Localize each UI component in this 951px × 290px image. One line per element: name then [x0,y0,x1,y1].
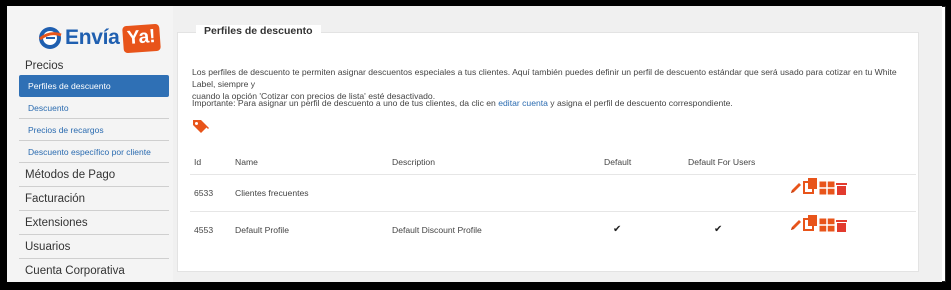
row-name: Clientes frecuentes [235,188,309,198]
sidebar-item-cuenta-corporativa[interactable]: Cuenta Corporativa [19,259,169,282]
pencil-icon[interactable] [790,218,802,232]
row-id: 6533 [194,188,214,198]
grid-icon[interactable] [819,181,835,195]
header-id: Id [194,157,202,167]
logo-icon [39,27,62,49]
sidebar-item-descuento-especifico[interactable]: Descuento específico por cliente [19,141,169,163]
trash-icon[interactable] [836,182,847,195]
row-divider [190,211,916,212]
row-id: 4553 [194,225,214,235]
header-default-for-users: Default For Users [688,157,756,167]
row-actions [790,214,847,232]
pencil-icon[interactable] [790,181,802,195]
sidebar-item-usuarios[interactable]: Usuarios [19,235,169,259]
sidebar-item-descuento[interactable]: Descuento [19,97,169,119]
row-name: Default Profile [235,225,289,235]
header-default: Default [604,157,632,167]
logo-badge: Ya! [121,23,160,53]
copy-icon[interactable] [803,214,818,232]
header-divider [190,174,916,175]
sidebar-item-perfiles-de-descuento[interactable]: Perfiles de descuento [19,75,169,97]
row-default-users-check: ✔ [714,224,723,235]
description-line-1: Los perfiles de descuento te permiten as… [192,67,897,89]
header-name: Name [235,157,258,167]
screen: Envía Ya! Precios Perfiles de descuento … [7,6,942,282]
sidebar-item-facturacion[interactable]: Facturación [19,187,169,211]
sidebar-item-extensiones[interactable]: Extensiones [19,211,169,235]
panel-title: Perfiles de descuento [196,25,321,37]
important-prefix: Importante: Para asignar un perfil de de… [192,98,499,108]
important-note: Importante: Para asignar un perfil de de… [192,97,907,109]
tag-icon[interactable] [192,119,210,139]
copy-icon[interactable] [803,177,818,195]
sidebar-item-precios-de-recargos[interactable]: Precios de recargos [19,119,169,141]
row-description: Default Discount Profile [392,225,482,235]
important-suffix: y asigna el perfil de descuento correspo… [547,98,733,108]
row-actions [790,177,847,195]
row-default-check: ✔ [613,224,622,235]
logo-word: Envía [65,26,120,49]
discount-profiles-panel: Perfiles de descuento Los perfiles de de… [177,25,919,272]
main-content: Perfiles de descuento Los perfiles de de… [173,6,942,282]
grid-icon[interactable] [819,218,835,232]
header-description: Description [392,157,435,167]
edit-account-link[interactable]: editar cuenta [498,98,548,108]
sidebar-item-metodos-de-pago[interactable]: Métodos de Pago [19,163,169,187]
logo[interactable]: Envía Ya! [37,18,160,58]
sidebar: Envía Ya! Precios Perfiles de descuento … [7,6,173,282]
trash-icon[interactable] [836,219,847,232]
